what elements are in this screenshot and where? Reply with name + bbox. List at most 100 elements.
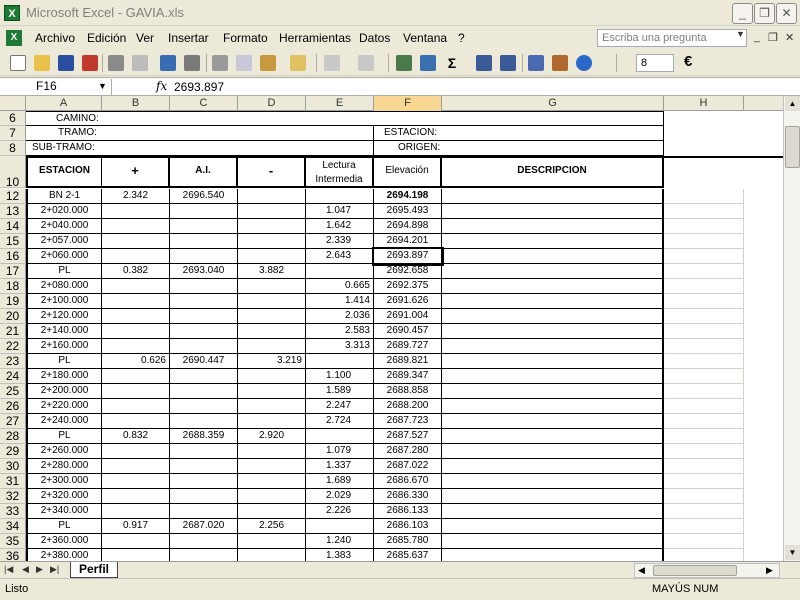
cell-descripcion[interactable] [442, 279, 664, 294]
cell-minus[interactable] [238, 294, 306, 309]
cell-elevacion[interactable]: 2688.858 [374, 384, 442, 399]
row-header[interactable]: 31 [0, 474, 26, 489]
cell-lectura[interactable]: 2.247 [306, 399, 374, 414]
autosum-icon[interactable]: Σ [444, 55, 460, 71]
cell-minus[interactable] [238, 384, 306, 399]
cell-ai[interactable] [170, 549, 238, 561]
cell-ai[interactable]: 2688.359 [170, 429, 238, 444]
cell-descripcion[interactable] [442, 519, 664, 534]
column-header[interactable]: F [374, 96, 442, 111]
cell-elevacion[interactable]: 2689.727 [374, 339, 442, 354]
cell-h[interactable] [664, 474, 744, 489]
cell-plus[interactable] [102, 339, 170, 354]
row-header[interactable]: 17 [0, 264, 26, 279]
row-header[interactable]: 20 [0, 309, 26, 324]
cell-h[interactable] [664, 249, 744, 264]
cell-h[interactable] [664, 369, 744, 384]
undo-icon[interactable] [324, 55, 340, 71]
cell-minus[interactable] [238, 414, 306, 429]
cell-descripcion[interactable] [442, 249, 664, 264]
cell-ai[interactable] [170, 414, 238, 429]
cell-estacion[interactable]: 2+160.000 [26, 339, 102, 354]
cell-lectura[interactable]: 2.583 [306, 324, 374, 339]
cell-estacion[interactable]: 2+340.000 [26, 504, 102, 519]
cell-ai[interactable] [170, 219, 238, 234]
cell-elevacion[interactable]: 2687.723 [374, 414, 442, 429]
cell-plus[interactable] [102, 414, 170, 429]
cell-estacion[interactable]: 2+240.000 [26, 414, 102, 429]
cell-ai[interactable] [170, 339, 238, 354]
header-elevacion[interactable]: Elevación [374, 158, 442, 188]
cell-minus[interactable] [238, 324, 306, 339]
cell-elevacion[interactable]: 2691.004 [374, 309, 442, 324]
cell-lectura[interactable] [306, 264, 374, 279]
cell-lectura[interactable] [306, 354, 374, 369]
cell-ai[interactable] [170, 234, 238, 249]
chart-wizard-icon[interactable] [528, 55, 544, 71]
insert-hyperlink-icon[interactable] [396, 55, 412, 71]
cell-descripcion[interactable] [442, 399, 664, 414]
cell-plus[interactable] [102, 549, 170, 561]
row-header[interactable]: 35 [0, 534, 26, 549]
cell-minus[interactable]: 3.219 [238, 354, 306, 369]
scroll-thumb[interactable] [785, 126, 800, 168]
cell-estacion[interactable]: PL [26, 519, 102, 534]
cell-plus[interactable] [102, 294, 170, 309]
cell-lectura[interactable]: 1.642 [306, 219, 374, 234]
cell-minus[interactable] [238, 504, 306, 519]
row-header[interactable]: 22 [0, 339, 26, 354]
menu-datos[interactable]: Datos [359, 31, 390, 45]
cell-descripcion[interactable] [442, 204, 664, 219]
cell-estacion[interactable]: 2+140.000 [26, 324, 102, 339]
cell-estacion[interactable]: PL [26, 264, 102, 279]
cell-lectura[interactable]: 1.079 [306, 444, 374, 459]
cell-elevacion[interactable]: 2687.280 [374, 444, 442, 459]
scroll-up-icon[interactable]: ▲ [785, 96, 800, 111]
cell-descripcion[interactable] [442, 369, 664, 384]
cell-h[interactable] [664, 429, 744, 444]
menu-formato[interactable]: Formato [223, 31, 268, 45]
cell-lectura[interactable]: 2.036 [306, 309, 374, 324]
row-header[interactable]: 14 [0, 219, 26, 234]
cell-minus[interactable] [238, 279, 306, 294]
paste-icon[interactable] [260, 55, 276, 71]
print-preview-icon[interactable] [132, 55, 148, 71]
menu-archivo[interactable]: Archivo [35, 31, 75, 45]
menu-insertar[interactable]: Insertar [168, 31, 209, 45]
cell-plus[interactable] [102, 234, 170, 249]
prev-sheet-icon[interactable]: ◀ [22, 564, 29, 575]
cell-h[interactable] [664, 489, 744, 504]
cell-elevacion[interactable]: 2695.493 [374, 204, 442, 219]
cell-elevacion[interactable]: 2693.897 [372, 247, 444, 266]
cell-lectura[interactable]: 2.643 [306, 249, 374, 264]
row-header[interactable]: 15 [0, 234, 26, 249]
cell-plus[interactable] [102, 474, 170, 489]
cell-ai[interactable] [170, 504, 238, 519]
cell-descripcion[interactable] [442, 264, 664, 279]
cell-descripcion[interactable] [442, 459, 664, 474]
cell-lectura[interactable] [306, 519, 374, 534]
cell-elevacion[interactable]: 2691.626 [374, 294, 442, 309]
row-header[interactable]: 30 [0, 459, 26, 474]
cell-plus[interactable] [102, 489, 170, 504]
row-header[interactable]: 7 [0, 126, 26, 141]
cell-descripcion[interactable] [442, 354, 664, 369]
header-lectura-intermedia[interactable]: Lectura Intermedia [306, 158, 374, 188]
cell-plus[interactable] [102, 384, 170, 399]
cell-plus[interactable] [102, 219, 170, 234]
document-icon[interactable]: X [6, 30, 22, 46]
cell-ai[interactable]: 2690.447 [170, 354, 238, 369]
cell-h[interactable] [664, 444, 744, 459]
ask-question-input[interactable]: Escriba una pregunta [597, 29, 747, 47]
cell-ai[interactable] [170, 399, 238, 414]
cell-estacion[interactable]: 2+300.000 [26, 474, 102, 489]
cell-elevacion[interactable]: 2685.780 [374, 534, 442, 549]
cell-minus[interactable] [238, 549, 306, 561]
cell-minus[interactable] [238, 204, 306, 219]
cell-h[interactable] [664, 399, 744, 414]
cell-elevacion[interactable]: 2687.527 [374, 429, 442, 444]
cell-h[interactable] [664, 339, 744, 354]
vertical-scrollbar[interactable]: ▲ ▼ [783, 96, 800, 561]
cell-plus[interactable] [102, 444, 170, 459]
row-header[interactable]: 27 [0, 414, 26, 429]
